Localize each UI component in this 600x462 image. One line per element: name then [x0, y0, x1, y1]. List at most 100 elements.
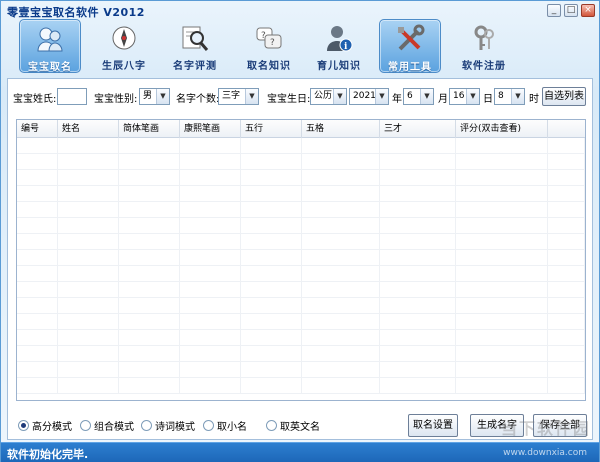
day-select[interactable]: 16 ▼	[449, 88, 480, 105]
radio-dot[interactable]	[203, 420, 214, 431]
table-row[interactable]	[17, 250, 585, 266]
table-cell	[302, 250, 380, 266]
table-cell	[548, 282, 585, 298]
table-cell	[180, 250, 241, 266]
radio-dot[interactable]	[80, 420, 91, 431]
radio-dot[interactable]	[266, 420, 277, 431]
table-cell	[17, 202, 58, 218]
table-cell	[456, 282, 548, 298]
column-header[interactable]: 姓名	[58, 120, 119, 138]
table-cell	[241, 266, 302, 282]
column-header[interactable]: 简体笔画	[119, 120, 180, 138]
table-cell	[17, 218, 58, 234]
table-cell	[456, 378, 548, 394]
surname-label: 宝宝姓氏:	[13, 94, 57, 105]
tools-icon	[398, 24, 425, 51]
column-header-filler	[548, 120, 585, 138]
mode-high-score[interactable]: 高分模式	[18, 418, 72, 433]
year-select[interactable]: 2021 ▼	[349, 88, 389, 105]
compass-icon	[112, 26, 136, 50]
column-header[interactable]: 编号	[17, 120, 58, 138]
table-row[interactable]	[17, 266, 585, 282]
table-cell	[302, 234, 380, 250]
table-cell	[456, 234, 548, 250]
mode-poetry[interactable]: 诗词模式	[141, 418, 195, 433]
naming-panel: 宝宝姓氏: 宝宝性别: 男 ▼ 名字个数: 三字 ▼ 宝宝生日: 公历 ▼ 20…	[7, 78, 593, 440]
table-cell	[58, 202, 119, 218]
table-row[interactable]	[17, 186, 585, 202]
table-row[interactable]	[17, 298, 585, 314]
table-cell	[180, 154, 241, 170]
table-cell	[241, 186, 302, 202]
nav-software-register[interactable]: 软件注册	[453, 19, 515, 73]
table-row[interactable]	[17, 154, 585, 170]
hour-select[interactable]: 8 ▼	[494, 88, 525, 105]
table-cell	[119, 138, 180, 154]
table-cell	[380, 234, 456, 250]
table-cell	[119, 330, 180, 346]
surname-input[interactable]	[57, 88, 87, 105]
nav-parenting-knowledge[interactable]: i 育儿知识	[308, 19, 370, 73]
table-cell	[58, 298, 119, 314]
name-count-select[interactable]: 三字 ▼	[218, 88, 259, 105]
table-cell	[456, 170, 548, 186]
table-cell	[180, 346, 241, 362]
table-cell	[302, 346, 380, 362]
table-row[interactable]	[17, 330, 585, 346]
table-cell	[17, 266, 58, 282]
table-cell	[58, 378, 119, 394]
column-header[interactable]: 评分(双击查看)	[456, 120, 548, 138]
column-header[interactable]: 康熙笔画	[180, 120, 241, 138]
table-row[interactable]	[17, 202, 585, 218]
radio-dot[interactable]	[18, 420, 29, 431]
table-row[interactable]	[17, 170, 585, 186]
calendar-type-select[interactable]: 公历 ▼	[310, 88, 347, 105]
table-cell	[302, 282, 380, 298]
table-row[interactable]	[17, 138, 585, 154]
table-cell	[17, 330, 58, 346]
radio-dot[interactable]	[141, 420, 152, 431]
mode-english-name[interactable]: 取英文名	[266, 418, 320, 433]
mode-nickname[interactable]: 取小名	[203, 418, 247, 433]
table-row[interactable]	[17, 362, 585, 378]
table-cell	[241, 218, 302, 234]
table-cell	[548, 298, 585, 314]
watermark-logo: 当下软件园	[500, 419, 591, 438]
table-row[interactable]	[17, 218, 585, 234]
nav-naming-knowledge[interactable]: ? ? 取名知识	[238, 19, 300, 73]
column-header[interactable]: 五行	[241, 120, 302, 138]
gender-select[interactable]: 男 ▼	[139, 88, 170, 105]
table-cell	[180, 314, 241, 330]
table-cell	[302, 266, 380, 282]
table-row[interactable]	[17, 314, 585, 330]
mode-combination[interactable]: 组合模式	[80, 418, 134, 433]
month-select[interactable]: 6 ▼	[403, 88, 434, 105]
table-cell	[548, 314, 585, 330]
column-header[interactable]: 五格	[302, 120, 380, 138]
custom-list-button[interactable]: 自选列表	[542, 87, 586, 106]
table-row[interactable]	[17, 234, 585, 250]
table-cell	[380, 346, 456, 362]
table-cell	[380, 218, 456, 234]
table-row[interactable]	[17, 378, 585, 394]
nav-baby-naming[interactable]: 宝宝取名	[19, 19, 81, 73]
table-cell	[548, 234, 585, 250]
naming-settings-button[interactable]: 取名设置	[408, 414, 458, 437]
nav-common-tools[interactable]: 常用工具	[379, 19, 441, 73]
table-row[interactable]	[17, 282, 585, 298]
table-cell	[302, 202, 380, 218]
table-cell	[17, 186, 58, 202]
column-header[interactable]: 三才	[380, 120, 456, 138]
table-cell	[58, 266, 119, 282]
svg-text:?: ?	[261, 31, 266, 41]
table-cell	[548, 266, 585, 282]
nav-name-evaluation[interactable]: 名字评测	[164, 19, 226, 73]
chevron-down-icon: ▼	[375, 89, 388, 104]
table-cell	[302, 154, 380, 170]
table-row[interactable]	[17, 346, 585, 362]
table-cell	[548, 154, 585, 170]
names-table[interactable]: 编号 姓名 简体笔画 康熙笔画 五行 五格 三才 评分(双击查看)	[16, 119, 586, 401]
mode-label: 诗词模式	[155, 422, 195, 433]
table-cell	[17, 298, 58, 314]
nav-birth-chart[interactable]: 生辰八字	[93, 19, 155, 73]
